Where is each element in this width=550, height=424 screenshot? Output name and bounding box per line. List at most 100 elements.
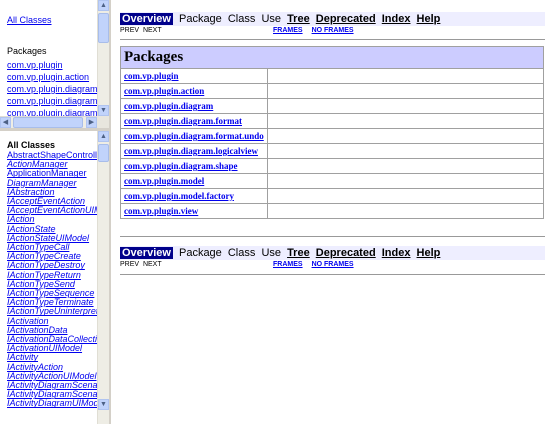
prev-next: PREV NEXT [120,260,162,270]
package-list-vertical-scrollbar[interactable]: ▲ ▼ [97,0,109,116]
package-list-frame: All Classes Packages com.vp.plugin com.vp… [0,0,111,131]
class-link[interactable]: IActivityDiagramUIModel [7,399,97,408]
bottom-subnav: PREV NEXT FRAMES NO FRAMES [120,260,550,270]
package-name-cell: com.vp.plugin.action [120,83,268,99]
frames-link[interactable]: FRAMES [273,27,303,34]
frames-link[interactable]: FRAMES [273,261,303,268]
scroll-left-icon[interactable]: ◀ [0,117,11,128]
nav-package: Package [178,247,222,259]
nav-class: Class [227,247,256,259]
top-subnav: PREV NEXT FRAMES NO FRAMES [120,26,550,36]
package-link[interactable]: com.vp.plugin.action [124,86,204,96]
package-description-cell [266,68,545,84]
package-list: com.vp.plugin com.vp.plugin.action com.vp.… [7,59,97,116]
separator [120,236,545,237]
package-description-cell [266,143,545,159]
package-description-cell [266,83,545,99]
nav-help[interactable]: Help [417,247,441,259]
package-link[interactable]: com.vp.plugin.action [7,71,97,83]
package-list-horizontal-scrollbar[interactable]: ◀ ▶ [0,116,97,128]
no-frames-link[interactable]: NO FRAMES [312,261,354,268]
scroll-down-icon[interactable]: ▼ [98,105,109,116]
separator [120,274,545,275]
nav-help[interactable]: Help [417,13,441,25]
package-description-cell [266,203,545,219]
nav-class: Class [227,13,256,25]
package-name-cell: com.vp.plugin.diagram.logicalview [120,143,268,159]
table-row: com.vp.plugin.diagram.shape [120,158,545,174]
package-link[interactable]: com.vp.plugin.model.factory [124,191,234,201]
class-list-frame: All Classes AbstractShapeController Actio… [0,131,111,424]
table-row: com.vp.plugin.view [120,203,545,219]
package-description-cell [266,128,545,144]
nav-use: Use [261,13,281,25]
package-name-cell: com.vp.plugin [120,68,268,84]
scroll-up-icon[interactable]: ▲ [98,0,109,11]
package-name-cell: com.vp.plugin.diagram.shape [120,158,268,174]
scroll-thumb[interactable] [13,117,83,128]
package-list-content: All Classes Packages com.vp.plugin com.vp… [0,0,97,116]
prev-label: PREV [120,27,140,34]
nav-overview: Overview [120,13,173,25]
packages-label: Packages [7,46,47,56]
nav-tree[interactable]: Tree [287,247,310,259]
class-list-content: All Classes AbstractShapeController Actio… [0,131,97,424]
prev-label: PREV [120,261,140,268]
package-name-cell: com.vp.plugin.model.factory [120,188,268,204]
scroll-down-icon[interactable]: ▼ [98,399,109,410]
package-description-cell [266,188,545,204]
table-row: com.vp.plugin.action [120,83,545,99]
package-description-cell [266,113,545,129]
package-name-cell: com.vp.plugin.diagram [120,98,268,114]
nav-use: Use [261,247,281,259]
nav-deprecated[interactable]: Deprecated [316,247,376,259]
nav-package: Package [178,13,222,25]
scroll-right-icon[interactable]: ▶ [86,117,97,128]
nav-deprecated[interactable]: Deprecated [316,13,376,25]
packages-table: Packages com.vp.plugin com.vp.plugin.acti… [120,46,545,219]
package-name-cell: com.vp.plugin.diagram.format [120,113,268,129]
scroll-thumb[interactable] [98,144,109,162]
nav-index[interactable]: Index [382,13,411,25]
all-classes-link[interactable]: All Classes [7,15,52,25]
scroll-up-icon[interactable]: ▲ [98,131,109,142]
scroll-corner [97,116,109,128]
package-description-cell [266,158,545,174]
bottom-navbar: Overview Package Class Use Tree Deprecat… [120,246,545,260]
package-link[interactable]: com.vp.plugin.diagram.logicalview [124,146,258,156]
package-description-cell [266,98,545,114]
table-row: com.vp.plugin.diagram.logicalview [120,143,545,159]
package-link[interactable]: com.vp.plugin.diagram.shape [124,161,238,171]
table-row: com.vp.plugin [120,68,545,84]
package-link[interactable]: com.vp.plugin.diagram.format [124,116,242,126]
prev-next: PREV NEXT [120,26,162,36]
separator [120,39,545,40]
package-link[interactable]: com.vp.plugin.diagram.fo [7,107,97,116]
top-navbar: Overview Package Class Use Tree Deprecat… [120,12,545,26]
table-row: com.vp.plugin.model [120,173,545,189]
package-name-cell: com.vp.plugin.model [120,173,268,189]
package-link[interactable]: com.vp.plugin [7,59,97,71]
table-row: com.vp.plugin.diagram.format [120,113,545,129]
package-link[interactable]: com.vp.plugin.diagram.format.undo [124,131,264,141]
class-list-vertical-scrollbar[interactable]: ▲ ▼ [97,131,109,424]
next-label: NEXT [142,27,162,34]
nav-index[interactable]: Index [382,247,411,259]
package-link[interactable]: com.vp.plugin.diagram.fo [7,95,97,107]
package-name-cell: com.vp.plugin.diagram.format.undo [120,128,268,144]
nav-tree[interactable]: Tree [287,13,310,25]
nav-overview: Overview [120,247,173,259]
next-label: NEXT [142,261,162,268]
package-description-cell [266,173,545,189]
scroll-thumb[interactable] [98,13,109,43]
packages-table-heading: Packages [120,46,544,69]
package-link[interactable]: com.vp.plugin.diagram [7,83,97,95]
package-link[interactable]: com.vp.plugin.view [124,206,198,216]
main-content-frame: Overview Package Class Use Tree Deprecat… [113,0,550,424]
package-link[interactable]: com.vp.plugin.diagram [124,101,213,111]
package-link[interactable]: com.vp.plugin.model [124,176,204,186]
package-link[interactable]: com.vp.plugin [124,71,179,81]
no-frames-link[interactable]: NO FRAMES [312,27,354,34]
package-name-cell: com.vp.plugin.view [120,203,268,219]
table-row: com.vp.plugin.diagram [120,98,545,114]
